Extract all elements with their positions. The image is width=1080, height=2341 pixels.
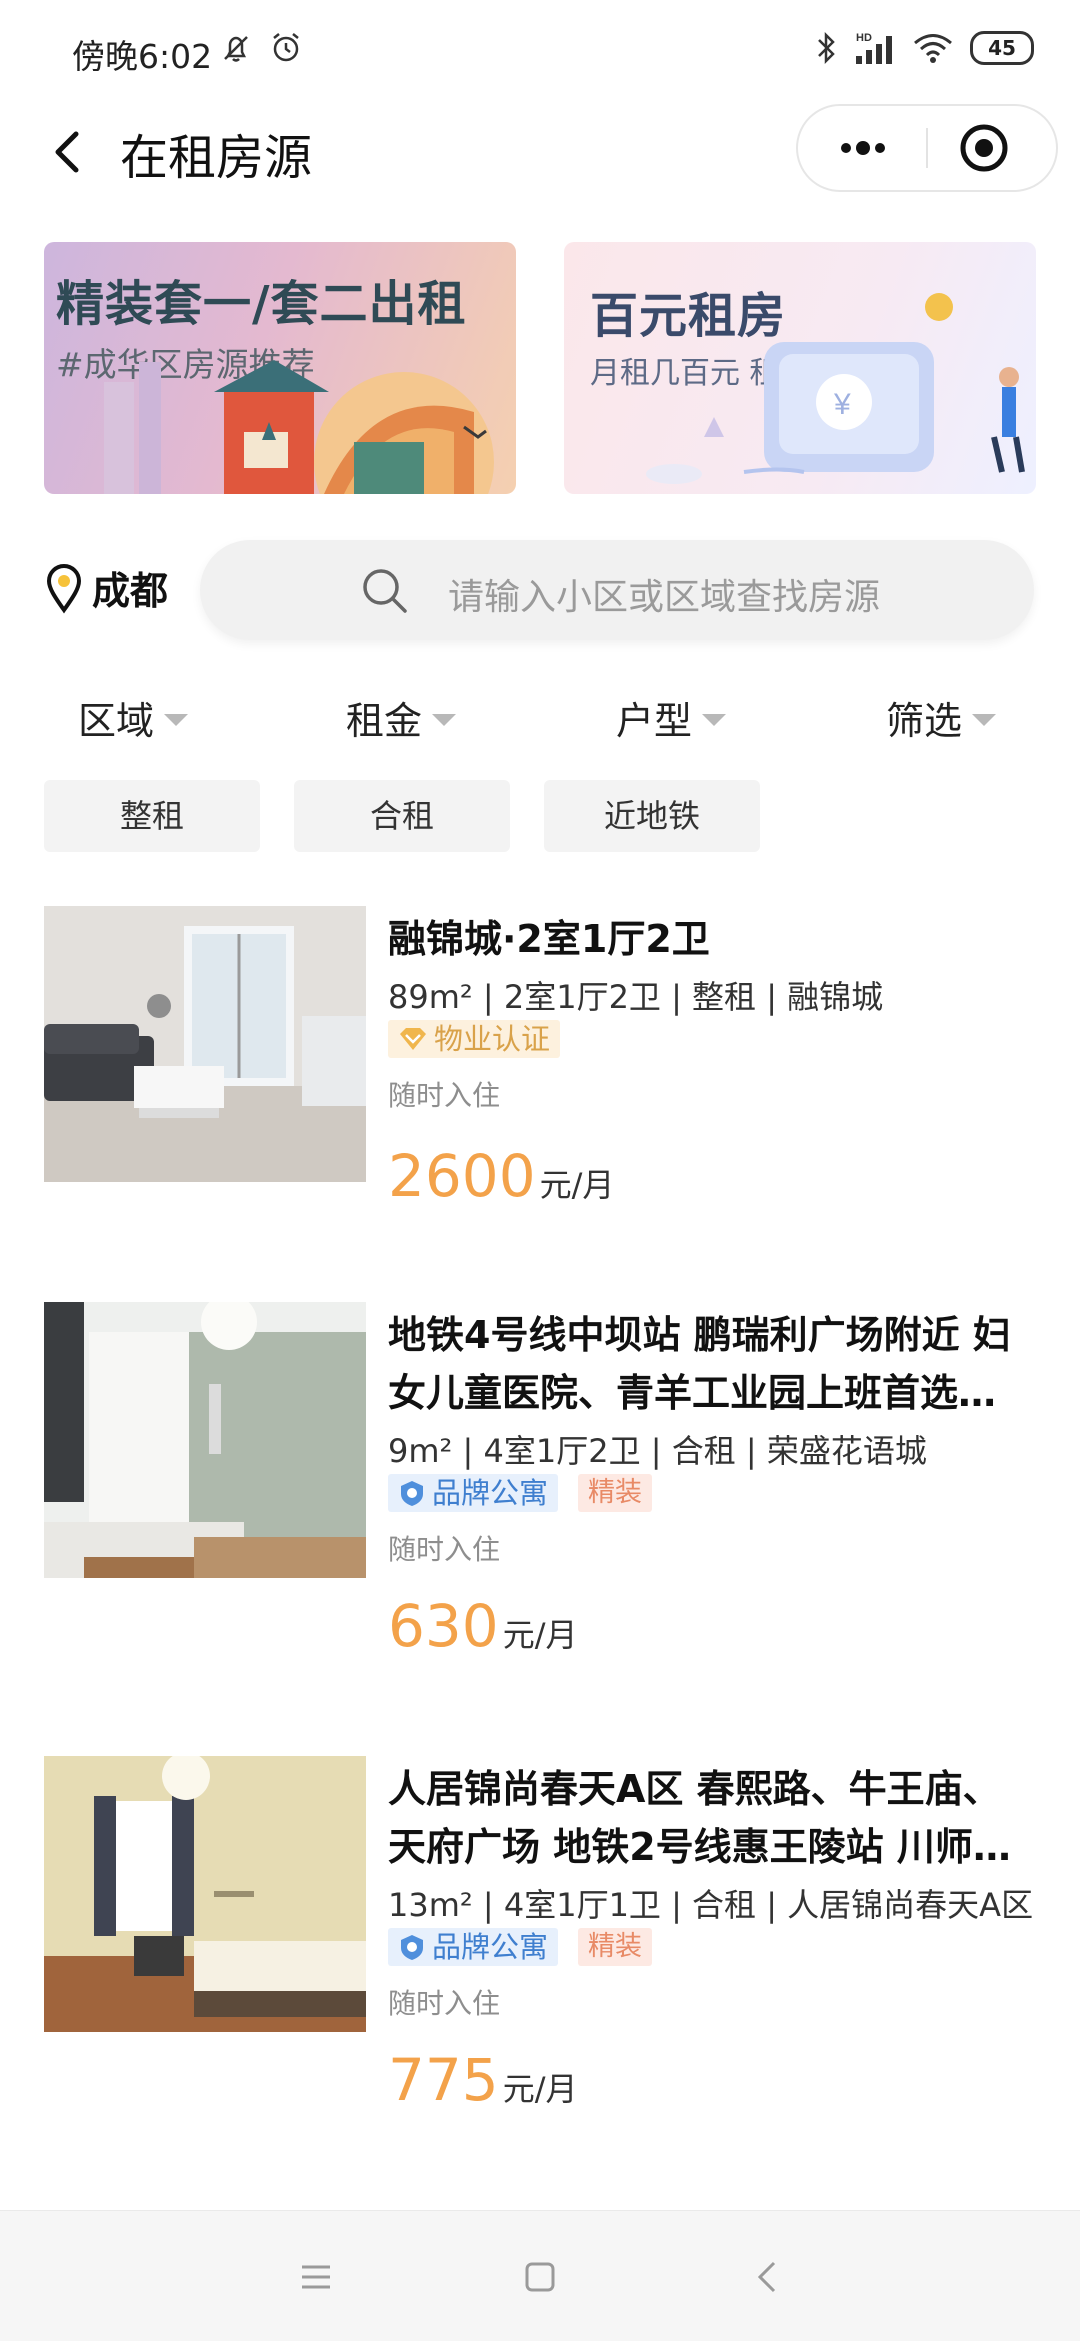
search-input[interactable]: 请输入小区或区域查找房源 xyxy=(200,540,1034,640)
decorated-tag: 精装 xyxy=(578,1928,652,1966)
banner-decorated-rentals[interactable]: 精装套一/套二出租 #成华区房源推荐 xyxy=(44,242,516,494)
listing-card[interactable]: 人居锦尚春天A区 春熙路、牛王庙、天府广场 地铁2号线惠王陵站 川师… 13m²… xyxy=(0,1756,1080,2176)
price-value: 630 xyxy=(388,1592,499,1660)
filter-label: 筛选 xyxy=(886,699,963,743)
caret-down-icon xyxy=(702,713,727,726)
more-options-icon[interactable] xyxy=(828,126,898,170)
tag-near-metro[interactable]: 近地铁 xyxy=(544,780,760,852)
status-icons-left xyxy=(218,30,304,66)
caret-down-icon xyxy=(164,713,189,726)
filter-bar: 区域 租金 户型 筛选 xyxy=(0,680,1080,760)
alarm-icon xyxy=(273,33,299,62)
listing-title: 融锦城·2室1厅2卫 xyxy=(388,917,710,961)
wallet-illustration: ¥ xyxy=(646,293,1025,484)
tag-whole-rent[interactable]: 整租 xyxy=(44,780,260,852)
back-arrow-icon[interactable] xyxy=(40,122,100,182)
city-label: 成都 xyxy=(92,569,169,613)
listing-price: 2600 元/月 xyxy=(388,1142,614,1210)
listing-card[interactable]: 地铁4号线中坝站 鹏瑞利广场附近 妇女儿童医院、青羊工业园上班首选… 9m² |… xyxy=(0,1302,1080,1722)
mini-program-capsule xyxy=(796,104,1058,192)
title-bar: 在租房源 xyxy=(0,100,1080,210)
caret-down-icon xyxy=(972,713,997,726)
system-navigation-bar xyxy=(0,2210,1080,2341)
caret-down-icon xyxy=(432,713,457,726)
listing-photo xyxy=(44,1302,366,1578)
menu-icon[interactable] xyxy=(296,2257,336,2297)
listing-card[interactable]: 融锦城·2室1厅2卫 89m² | 2室1厅2卫 | 整租 | 融锦城 物业认证… xyxy=(0,906,1080,1326)
listing-photo xyxy=(44,1756,366,2032)
battery-indicator: 45 xyxy=(970,31,1034,65)
price-unit: 元/月 xyxy=(502,2070,578,2108)
listing-title: 人居锦尚春天A区 春熙路、牛王庙、天府广场 地铁2号线惠王陵站 川师… xyxy=(388,1767,1011,1869)
search-icon xyxy=(363,569,407,613)
filter-label: 区域 xyxy=(78,699,155,743)
filter-more[interactable]: 筛选 xyxy=(886,690,997,745)
page-title: 在租房源 xyxy=(120,130,313,186)
listing-photo xyxy=(44,906,366,1182)
city-selector[interactable]: 成都 xyxy=(44,560,168,615)
badge-label: 物业认证 xyxy=(434,1022,551,1056)
back-icon[interactable] xyxy=(748,2257,788,2297)
price-value: 775 xyxy=(388,2046,499,2114)
signal-icon: HD xyxy=(856,32,892,64)
filter-label: 租金 xyxy=(346,699,423,743)
decorated-tag: 精装 xyxy=(578,1474,652,1512)
availability-text: 随时入住 xyxy=(388,1079,501,1112)
listing-price: 630 元/月 xyxy=(388,1592,578,1660)
listing-title: 地铁4号线中坝站 鹏瑞利广场附近 妇女儿童医院、青羊工业园上班首选… xyxy=(388,1313,1011,1415)
shield-star-icon xyxy=(401,1935,423,1960)
listing-meta: 13m² | 4室1厅1卫 | 合租 | 人居锦尚春天A区 xyxy=(388,1886,1034,1924)
banner-cheap-rentals[interactable]: 百元租房 月租几百元 租到心仪好房 ¥ xyxy=(564,242,1036,494)
shield-star-icon xyxy=(401,1481,423,1506)
brand-apartment-badge: 品牌公寓 xyxy=(388,1474,559,1512)
listing-price: 775 元/月 xyxy=(388,2046,578,2114)
price-unit: 元/月 xyxy=(502,1616,578,1654)
filter-area[interactable]: 区域 xyxy=(78,690,189,745)
close-mini-program-icon[interactable] xyxy=(958,122,1010,174)
availability-text: 随时入住 xyxy=(388,1533,501,1566)
svg-text:¥: ¥ xyxy=(833,388,851,421)
capsule-divider xyxy=(926,128,928,168)
filter-layout[interactable]: 户型 xyxy=(616,690,727,745)
filter-label: 户型 xyxy=(616,699,693,743)
status-icons-right: HD 45 xyxy=(814,30,1034,66)
listing-meta: 89m² | 2室1厅2卫 | 整租 | 融锦城 xyxy=(388,978,884,1016)
price-value: 2600 xyxy=(388,1142,536,1210)
mute-bell-icon xyxy=(224,36,248,62)
listing-meta: 9m² | 4室1厅2卫 | 合租 | 荣盛花语城 xyxy=(388,1432,927,1470)
brand-apartment-badge: 品牌公寓 xyxy=(388,1928,559,1966)
status-bar: 傍晚6:02 HD 45 xyxy=(0,0,1080,100)
bluetooth-icon xyxy=(818,31,835,65)
location-pin-icon xyxy=(46,563,82,613)
home-icon[interactable] xyxy=(520,2257,560,2297)
wifi-icon xyxy=(914,34,952,63)
badge-label: 品牌公寓 xyxy=(432,1476,549,1510)
filter-rent[interactable]: 租金 xyxy=(346,690,457,745)
diamond-icon xyxy=(400,1028,426,1050)
banner-illustration xyxy=(104,360,494,494)
network-type-label: HD xyxy=(856,32,872,44)
search-placeholder: 请输入小区或区域查找房源 xyxy=(448,577,881,618)
availability-text: 随时入住 xyxy=(388,1987,501,2020)
badge-label: 品牌公寓 xyxy=(432,1930,549,1964)
tag-shared-rent[interactable]: 合租 xyxy=(294,780,510,852)
verified-badge: 物业认证 xyxy=(388,1020,561,1058)
price-unit: 元/月 xyxy=(539,1166,615,1204)
status-time: 傍晚6:02 xyxy=(72,37,213,76)
